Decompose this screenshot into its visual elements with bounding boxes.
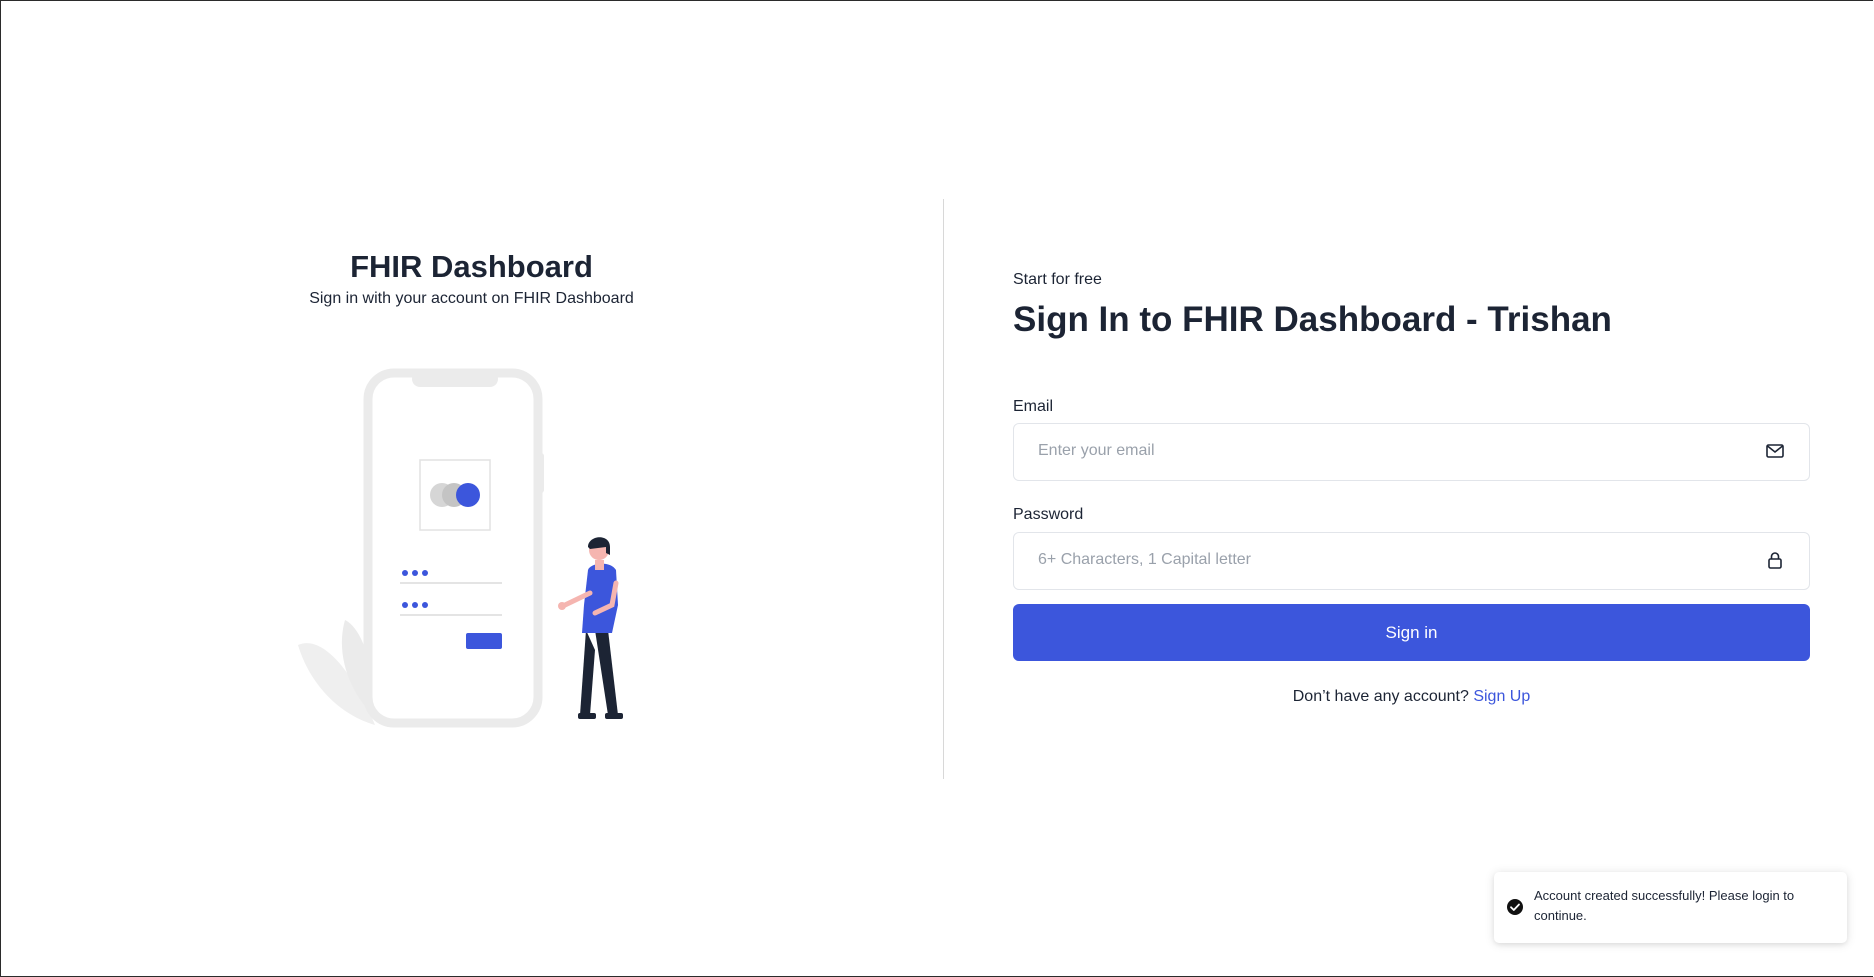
email-field-wrapper <box>1013 423 1810 481</box>
signup-prompt: Don’t have any account? <box>1292 688 1469 705</box>
phone-notch <box>412 371 498 387</box>
form-heading: Sign In to FHIR Dashboard - Trishan <box>1013 300 1612 339</box>
brand-subtitle: Sign in with your account on FHIR Dashbo… <box>309 290 634 307</box>
sign-in-button[interactable]: Sign in <box>1013 604 1810 661</box>
toast-message: Account created successfully! Please log… <box>1534 888 1795 923</box>
person-figure <box>558 537 623 719</box>
phone-button <box>466 633 502 649</box>
brand-title: FHIR Dashboard <box>350 249 593 284</box>
password-field-wrapper <box>1013 532 1810 590</box>
panel-divider <box>943 199 944 779</box>
check-circle-icon <box>1507 899 1523 915</box>
envelope-icon <box>1766 444 1784 458</box>
password-label: Password <box>1013 506 1084 523</box>
branding-panel: FHIR Dashboard Sign in with your account… <box>0 0 943 977</box>
sign-up-link[interactable]: Sign Up <box>1473 688 1530 705</box>
phone-side-button <box>538 453 544 493</box>
form-eyebrow: Start for free <box>1013 271 1102 288</box>
success-toast: Account created successfully! Please log… <box>1494 872 1847 943</box>
lock-icon <box>1768 552 1782 569</box>
signup-row: Don’t have any account? Sign Up <box>1013 688 1810 706</box>
email-input[interactable] <box>1014 424 1758 478</box>
phone-body <box>363 368 543 728</box>
password-input[interactable] <box>1014 533 1758 587</box>
email-label: Email <box>1013 398 1054 415</box>
login-illustration <box>298 368 623 728</box>
